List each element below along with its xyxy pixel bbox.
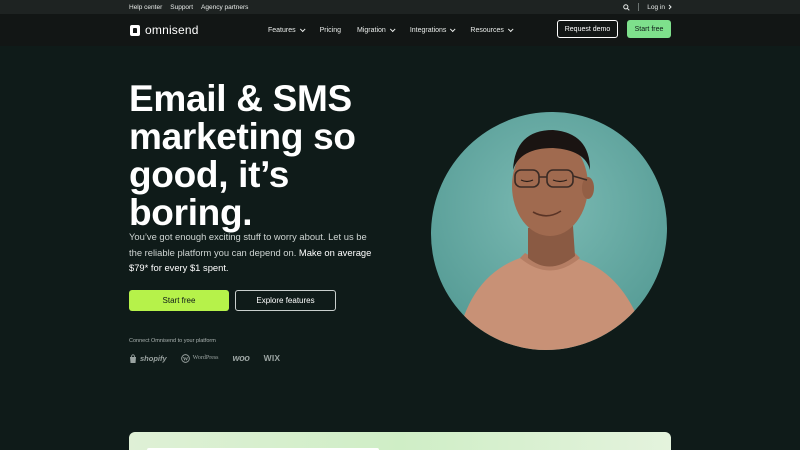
utility-right: Log in (623, 0, 672, 14)
help-center-link[interactable]: Help center (129, 4, 162, 11)
nav-item-label: Pricing (319, 26, 342, 34)
brand-name: omnisend (145, 23, 199, 37)
svg-text:W: W (182, 356, 188, 362)
nav-item-label: Integrations (409, 26, 447, 34)
nav-item-integrations[interactable]: Integrations (409, 26, 456, 34)
wix-logo[interactable]: WIX (264, 353, 281, 363)
wordpress-logo[interactable]: W WordPress (180, 353, 219, 363)
connect-platform-label: Connect Omnisend to your platform (129, 338, 216, 344)
agency-partners-link[interactable]: Agency partners (201, 4, 248, 11)
utility-links: Help center Support Agency partners (129, 0, 248, 14)
woo-logo[interactable]: woo (233, 353, 250, 363)
chevron-down-icon (299, 26, 306, 33)
login-label: Log in (647, 3, 665, 11)
start-free-nav-button[interactable]: Start free (627, 20, 671, 38)
nav-item-features[interactable]: Features (268, 26, 306, 34)
request-demo-button[interactable]: Request demo (557, 20, 618, 38)
chevron-down-icon (389, 26, 396, 33)
platform-logos: shopify W WordPress woo WIX (129, 351, 280, 365)
hero-portrait-image (425, 108, 673, 354)
chevron-right-icon (668, 4, 672, 10)
shopify-label: shopify (140, 353, 167, 363)
nav-item-migration[interactable]: Migration (357, 26, 396, 34)
brand-logo[interactable]: omnisend (130, 23, 199, 37)
wordpress-icon: W (180, 353, 190, 363)
hero-description: You’ve got enough exciting stuff to worr… (129, 229, 374, 276)
shopify-bag-icon (130, 353, 136, 363)
nav-item-pricing[interactable]: Pricing (320, 27, 341, 34)
chevron-down-icon (450, 26, 456, 33)
support-link[interactable]: Support (170, 4, 193, 11)
hero-title: Email & SMS marketing so good, it’s bori… (129, 78, 356, 233)
nav-menu: Features Pricing Migration Integrations … (268, 14, 514, 46)
nav-item-label: Features (268, 26, 296, 34)
nav-item-label: Resources (470, 26, 504, 34)
nav-item-resources[interactable]: Resources (470, 26, 514, 34)
shopify-logo[interactable]: shopify (129, 354, 167, 363)
nav-item-label: Migration (357, 26, 386, 34)
chevron-down-icon (507, 26, 514, 33)
utility-divider (638, 3, 640, 11)
explore-features-button[interactable]: Explore features (235, 290, 336, 311)
utility-bar: Help center Support Agency partners Log … (0, 0, 800, 14)
omnisend-logo-icon (130, 24, 140, 36)
main-navbar: omnisend Features Pricing Migration Inte… (0, 14, 800, 46)
wordpress-label: WordPress (192, 355, 219, 361)
search-icon[interactable] (623, 3, 630, 11)
login-link[interactable]: Log in (647, 4, 672, 11)
start-free-button[interactable]: Start free (129, 290, 229, 311)
